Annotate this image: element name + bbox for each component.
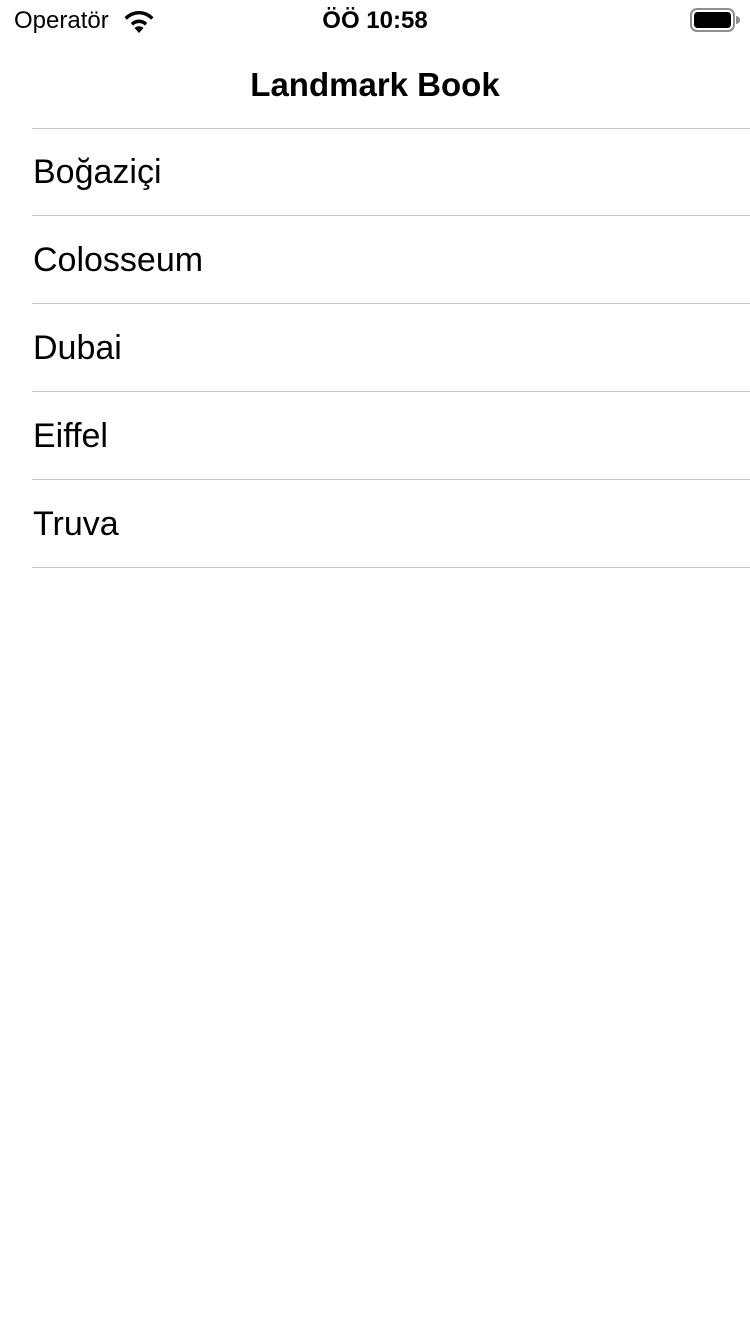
- list-item-landmark[interactable]: Dubai: [0, 304, 750, 392]
- list-item-label: Eiffel: [33, 417, 108, 455]
- list-item-landmark[interactable]: Colosseum: [0, 216, 750, 304]
- list-item-landmark[interactable]: Truva: [0, 480, 750, 568]
- list-item-landmark[interactable]: Eiffel: [0, 392, 750, 480]
- battery-icon: [690, 8, 740, 32]
- page-title: Landmark Book: [250, 66, 500, 103]
- navigation-bar: Landmark Book: [0, 40, 750, 128]
- landmark-list: Boğaziçi Colosseum Dubai Eiffel Truva: [0, 128, 750, 568]
- row-separator: [32, 567, 750, 568]
- list-item-label: Dubai: [33, 329, 122, 367]
- list-item-landmark[interactable]: Boğaziçi: [0, 128, 750, 216]
- list-item-label: Boğaziçi: [33, 153, 162, 191]
- list-item-label: Colosseum: [33, 241, 204, 279]
- status-bar: Operatör ÖÖ 10:58: [0, 0, 750, 40]
- list-item-label: Truva: [33, 505, 119, 543]
- clock-label: ÖÖ 10:58: [322, 7, 428, 34]
